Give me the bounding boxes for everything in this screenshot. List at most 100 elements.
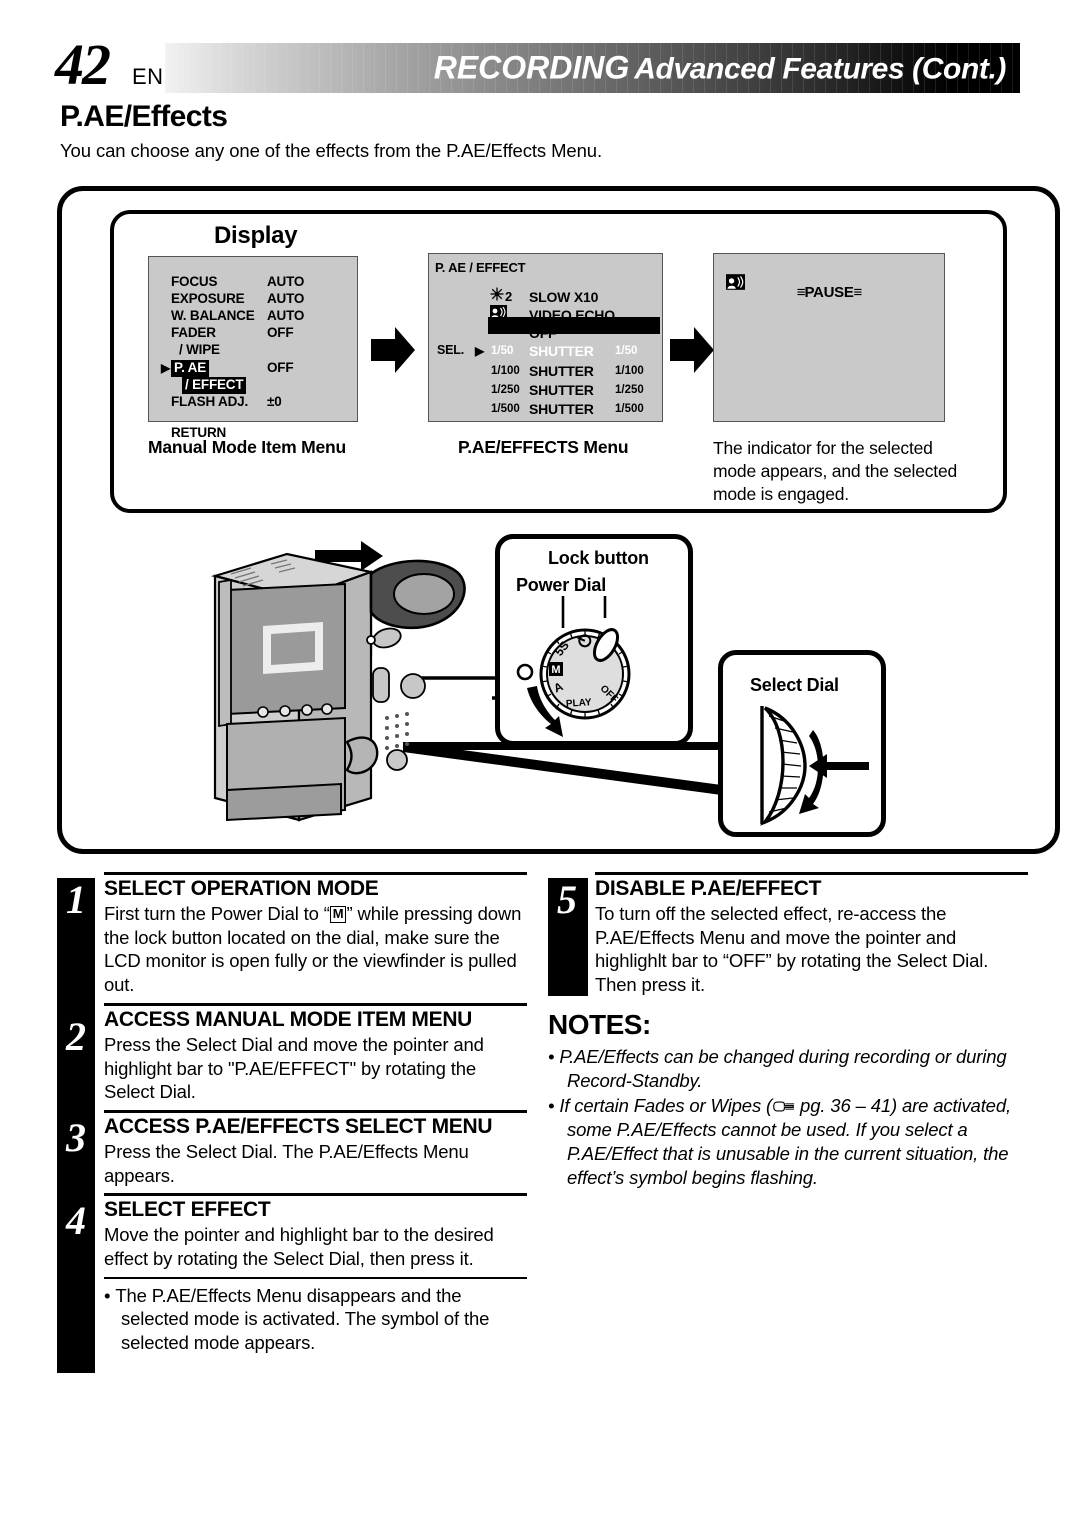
mode-m-box-icon: M [329, 906, 347, 924]
menu-row-pae-label: P. AE [171, 360, 210, 377]
header-band: RECORDING Advanced Features (Cont.) [165, 43, 1020, 93]
step-5: 5 DISABLE P.AE/EFFECT To turn off the se… [548, 872, 1028, 997]
step-1-text: First turn the Power Dial to “M” while p… [104, 902, 527, 997]
pae-row-3-speed-left: 1/50 [491, 345, 514, 357]
step-5-number: 5 [557, 877, 577, 922]
step-1-text-before: First turn the Power Dial to “ [104, 903, 330, 925]
step-3-heading: ACCESS P.AE/EFFECTS SELECT MENU [104, 1114, 493, 1138]
pae-sel-label: SEL. [437, 343, 464, 357]
note-item-2: • If certain Fades or Wipes ( pg. 36 – 4… [548, 1094, 1011, 1189]
header-title-rest: Advanced Features (Cont.) [634, 52, 1006, 86]
page-title: P.AE/Effects [60, 100, 228, 133]
header-title: RECORDING Advanced Features (Cont.) [433, 49, 1007, 87]
note-2-text-before: If certain Fades or Wipes ( [559, 1094, 773, 1116]
pae-row-4-speed-right: 1/100 [615, 365, 644, 377]
menu-row-exposure-value: AUTO [267, 291, 305, 306]
step-2-text: Press the Select Dial and move the point… [104, 1033, 484, 1103]
step-2-rule [104, 1002, 527, 1006]
pae-row-4-speed-left: 1/100 [491, 365, 520, 377]
notes-block: NOTES: • P.AE/Effects can be changed dur… [548, 1009, 1028, 1190]
header-title-emphasis: RECORDING [433, 49, 630, 86]
pae-row-6-speed-right: 1/500 [615, 403, 644, 415]
page-number: 42 [55, 32, 111, 97]
note-1-text: P.AE/Effects can be changed during recor… [559, 1045, 1007, 1091]
pae-row-6-label: SHUTTER [529, 401, 594, 417]
step-3-text: Press the Select Dial. The P.AE/Effects … [104, 1140, 469, 1186]
intro-paragraph: You can choose any one of the effects fr… [60, 140, 603, 161]
menu-row-wbalance-label: W. BALANCE [171, 308, 255, 323]
pae-sel-pointer-glyph: ▶ [475, 344, 485, 358]
menu-pointer-glyph: ▶ [161, 361, 171, 375]
menu-row-effect-label: / EFFECT [182, 377, 247, 394]
pae-row-5-speed-left: 1/250 [491, 384, 520, 396]
caption-pae-menu: P.AE/EFFECTS Menu [458, 437, 629, 457]
menu-row-focus-label: FOCUS [171, 274, 218, 289]
svg-text:PLAY: PLAY [566, 697, 593, 710]
power-dial-illustration: 5S M A PLAY OFF [516, 596, 631, 737]
pae-effects-menu-screen: P. AE / EFFECT 2 SLOW X10 VIDEO ECHO OFF… [428, 253, 663, 422]
step-1-rule [104, 872, 527, 875]
step-5-rule [595, 872, 1028, 875]
steps-left-column: 1 SELECT OPERATION MODE First turn the P… [57, 872, 527, 1355]
left-bullet-rule [104, 1276, 527, 1279]
display-label: Display [214, 222, 298, 249]
menu-row-fader-value: OFF [267, 325, 294, 340]
flow-arrow-2-icon [670, 327, 714, 373]
pae-highlight-bar [488, 317, 660, 334]
caption-manual-menu: Manual Mode Item Menu [148, 437, 347, 457]
pae-row-6-speed-left: 1/500 [491, 403, 520, 415]
menu-row-fader-label: FADER [171, 325, 216, 340]
menu-row-flashadj-label: FLASH ADJ. [171, 394, 249, 409]
pointing-hand-icon [773, 1101, 795, 1112]
step-4-heading: SELECT EFFECT [104, 1198, 271, 1222]
left-bullet-text: The P.AE/Effects Menu disappears and the… [115, 1284, 490, 1354]
step-4-text: Move the pointer and highlight bar to th… [104, 1224, 494, 1270]
left-bullet-block: • The P.AE/Effects Menu disappears and t… [104, 1276, 527, 1355]
pae-row-5-label: SHUTTER [529, 382, 594, 398]
sun-2-icon [490, 287, 504, 301]
menu-row-focus-value: AUTO [267, 274, 305, 289]
left-bullet-item: • The P.AE/Effects Menu disappears and t… [104, 1284, 490, 1354]
step-2-heading: ACCESS MANUAL MODE ITEM MENU [104, 1007, 473, 1031]
pae-row-5-speed-right: 1/250 [615, 384, 644, 396]
step-5-heading: DISABLE P.AE/EFFECT [595, 877, 822, 900]
pause-status-text: PAUSE [804, 284, 854, 301]
menu-row-wbalance-value: AUTO [267, 308, 305, 323]
steps-right-column: 5 DISABLE P.AE/EFFECT To turn off the se… [548, 872, 1028, 1191]
pae-row-3-label: SHUTTER [529, 343, 594, 359]
note-item-1: • P.AE/Effects can be changed during rec… [548, 1045, 1007, 1091]
manual-mode-item-menu-screen: FOCUS AUTO EXPOSURE AUTO W. BALANCE AUTO… [148, 256, 358, 439]
menu-row-flashadj-value: ±0 [267, 394, 282, 409]
step-1-number: 1 [66, 877, 86, 922]
step-3-number: 3 [66, 1114, 86, 1160]
select-dial-label: Select Dial [750, 675, 839, 695]
step-3: 3 ACCESS P.AE/EFFECTS SELECT MENU Press … [57, 1109, 527, 1187]
pae-menu-title: P. AE / EFFECT [435, 260, 526, 275]
page-language-code: EN [132, 64, 164, 89]
pause-lines-right-icon: ≡ [853, 284, 863, 301]
svg-text:M: M [551, 664, 560, 676]
step-1: 1 SELECT OPERATION MODE First turn the P… [57, 872, 527, 997]
step-2-number: 2 [66, 1013, 86, 1059]
step-1-heading: SELECT OPERATION MODE [104, 877, 379, 900]
camcorder-illustration [210, 541, 466, 822]
select-dial-illustration [759, 706, 869, 826]
step-2: 2 ACCESS MANUAL MODE ITEM MENU Press the… [57, 1002, 527, 1104]
step-4-number: 4 [66, 1198, 86, 1244]
step-4: 4 SELECT EFFECT Move the pointer and hig… [57, 1193, 527, 1270]
menu-row-wipe-label: / WIPE [179, 342, 220, 357]
power-dial-label: Power Dial [516, 575, 607, 595]
step-5-text: To turn off the selected effect, re-acce… [595, 903, 989, 996]
indicator-screen: ≡PAUSE≡ [713, 253, 945, 422]
step-4-rule [104, 1193, 527, 1197]
menu-row-exposure-label: EXPOSURE [171, 291, 245, 306]
pae-row-3-speed-right: 1/50 [615, 345, 638, 357]
menu-row-pae-value: OFF [267, 360, 294, 375]
notes-title: NOTES: [548, 1008, 651, 1040]
step-3-rule [104, 1109, 527, 1113]
pause-status-row: ≡PAUSE≡ [714, 284, 944, 301]
pae-row-4-label: SHUTTER [529, 363, 594, 379]
manual-page: 42 EN RECORDING Advanced Features (Cont.)… [0, 0, 1080, 1533]
caption-indicator: The indicator for the selected mode appe… [713, 438, 958, 504]
flow-arrow-1-icon [371, 327, 415, 373]
